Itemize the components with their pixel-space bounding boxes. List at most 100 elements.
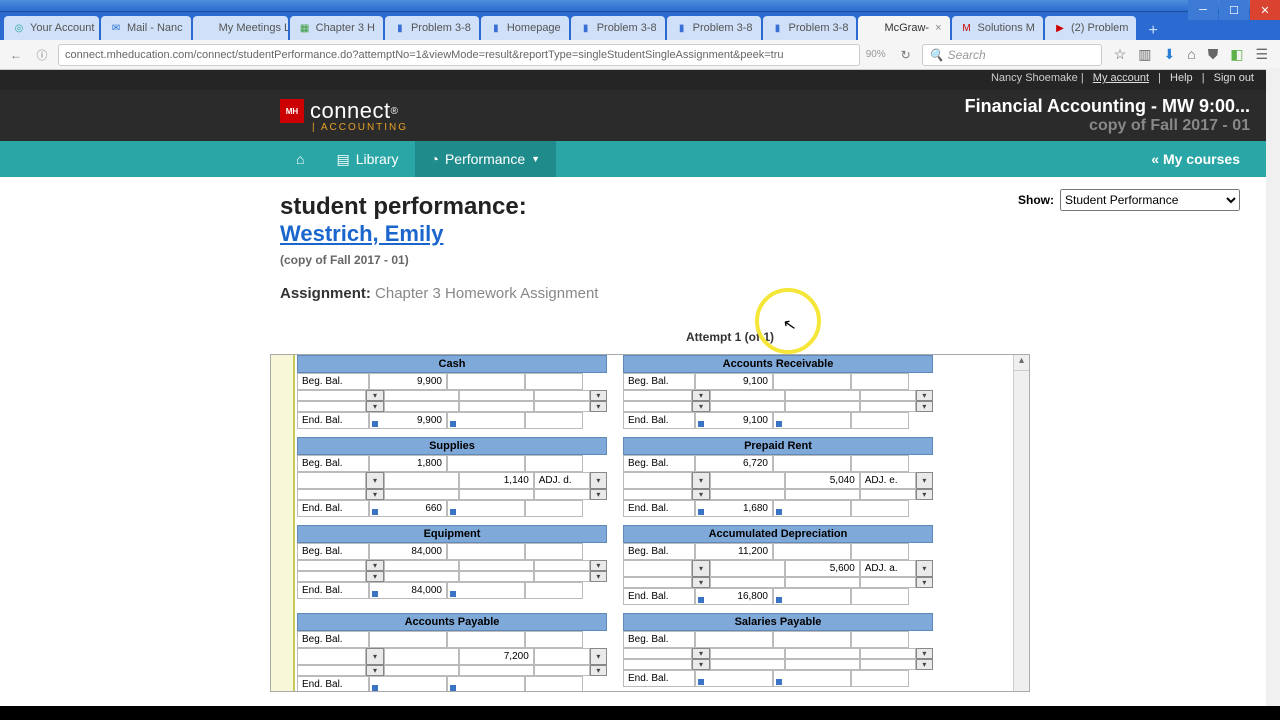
tab-label: Problem 3-8 [411,22,471,34]
browser-tab[interactable]: McGraw-× [858,16,949,40]
dropdown-icon[interactable]: ▾ [590,648,607,665]
dropdown-icon[interactable]: ▾ [916,472,933,489]
account-header: Cash [297,355,607,373]
dropdown-icon[interactable]: ▾ [366,665,383,676]
dropdown-icon[interactable]: ▾ [590,472,607,489]
nav-library[interactable]: ▤ Library [320,141,414,177]
dropdown-icon[interactable]: ▾ [916,577,933,588]
reload-button[interactable]: ↻ [896,48,916,62]
scroll-up-icon[interactable]: ▴ [1014,355,1029,371]
dropdown-icon[interactable]: ▾ [590,401,607,412]
dropdown-icon[interactable]: ▾ [366,648,383,665]
dropdown-icon[interactable]: ▾ [692,472,709,489]
tab-favicon: ▮ [489,21,503,35]
dropdown-icon[interactable]: ▾ [590,665,607,676]
dropdown-icon[interactable]: ▾ [692,401,709,412]
dropdown-icon[interactable]: ▾ [590,489,607,500]
tab-close-icon[interactable]: × [935,22,941,34]
t-account: SuppliesBeg. Bal.1,800▾1,140ADJ. d.▾▾▾En… [297,437,607,517]
video-letterbox [0,706,1280,720]
mcgraw-logo-icon: MH [280,99,304,123]
browser-tab[interactable]: ▮Problem 3-8 [571,16,665,40]
gauge-icon: ◔ [431,151,439,167]
attempt-label: Attempt 1 (of 1) [220,330,1240,344]
dropdown-icon[interactable]: ▾ [692,648,709,659]
show-label: Show: [1018,193,1054,207]
dropdown-icon[interactable]: ▾ [590,571,607,582]
dropdown-icon[interactable]: ▾ [692,577,709,588]
url-field[interactable]: connect.mheducation.com/connect/studentP… [58,44,860,66]
reader-icon[interactable]: ▥ [1138,46,1151,63]
nav-library-label: Library [356,151,399,167]
back-button[interactable]: ← [6,48,26,62]
utility-bar: Nancy Shoemake | My account | Help | Sig… [0,70,1280,90]
new-tab-button[interactable]: + [1138,22,1167,40]
search-icon: 🔍 [929,48,944,62]
browser-tab[interactable]: ▦Chapter 3 H [290,16,383,40]
dropdown-icon[interactable]: ▾ [366,489,383,500]
dropdown-icon[interactable]: ▾ [366,472,383,489]
tab-favicon: ✉ [109,21,123,35]
menu-icon[interactable]: ☰ [1255,46,1268,63]
browser-tab[interactable]: ▮Homepage [481,16,569,40]
tab-label: (2) Problem [1071,22,1128,34]
dropdown-icon[interactable]: ▾ [692,560,709,577]
brand-reg: ® [391,106,398,117]
tab-favicon: ▮ [579,21,593,35]
student-link[interactable]: Westrich, Emily [280,221,443,246]
browser-tab[interactable]: ▶ (2) Problem [1045,16,1136,40]
worksheet-scrollbar[interactable]: ▴ [1013,355,1029,691]
page-scrollbar[interactable] [1266,68,1280,706]
dropdown-icon[interactable]: ▾ [916,401,933,412]
help-link[interactable]: Help [1170,72,1193,84]
dropdown-icon[interactable]: ▾ [916,560,933,577]
dropdown-icon[interactable]: ▾ [590,390,607,401]
dropdown-icon[interactable]: ▾ [692,390,709,401]
nav-performance[interactable]: ◔ Performance ▼ [415,141,557,177]
browser-tab[interactable]: My Meetings List [193,16,288,40]
identity-icon[interactable]: ⓘ [32,47,52,63]
dropdown-icon[interactable]: ▾ [692,659,709,670]
dropdown-icon[interactable]: ▾ [916,390,933,401]
browser-toolbar: ← ⓘ connect.mheducation.com/connect/stud… [0,40,1280,70]
browser-tab[interactable]: ▮Problem 3-8 [763,16,857,40]
dropdown-icon[interactable]: ▾ [916,648,933,659]
url-text: connect.mheducation.com/connect/studentP… [65,49,783,61]
section-copy: (copy of Fall 2017 - 01) [280,253,1240,267]
zoom-level[interactable]: 90% [866,49,886,60]
home-icon: ⌂ [296,151,304,167]
browser-tab[interactable]: ◎Your Account [4,16,99,40]
t-account: Salaries PayableBeg. Bal.▾▾▾▾End. Bal. [623,613,933,692]
tab-favicon: ▶ [1053,21,1067,35]
window-controls: ─ ☐ ✕ [1187,0,1280,24]
dropdown-icon[interactable]: ▾ [692,489,709,500]
signout-link[interactable]: Sign out [1214,72,1254,84]
pocket-icon[interactable]: ⛊ [1208,46,1219,63]
browser-tab[interactable]: ▮Problem 3-8 [667,16,761,40]
downloads-icon[interactable]: ⬇ [1164,46,1176,63]
browser-tab[interactable]: MSolutions M [952,16,1043,40]
ext-icon[interactable]: ◧ [1230,46,1243,63]
dropdown-icon[interactable]: ▾ [366,571,383,582]
home-icon[interactable]: ⌂ [1187,46,1195,63]
search-field[interactable]: 🔍 Search [922,44,1102,66]
dropdown-icon[interactable]: ▾ [590,560,607,571]
nav-home[interactable]: ⌂ [280,141,320,177]
maximize-button[interactable]: ☐ [1219,0,1249,20]
minimize-button[interactable]: ─ [1188,0,1218,20]
my-account-link[interactable]: My account [1093,72,1149,84]
close-window-button[interactable]: ✕ [1250,0,1280,20]
bookmark-icon[interactable]: ☆ [1114,46,1127,63]
dropdown-icon[interactable]: ▾ [916,489,933,500]
tab-favicon: ▦ [298,21,312,35]
show-select[interactable]: Student Performance [1060,189,1240,211]
browser-tab[interactable]: ✉Mail - Nanc [101,16,191,40]
browser-tab[interactable]: ▮Problem 3-8 [385,16,479,40]
dropdown-icon[interactable]: ▾ [366,401,383,412]
brand-logo[interactable]: MH connect ® | ACCOUNTING [280,98,408,133]
dropdown-icon[interactable]: ▾ [366,560,383,571]
nav-mycourses[interactable]: « My courses [1151,151,1240,167]
tab-favicon [866,21,880,35]
dropdown-icon[interactable]: ▾ [366,390,383,401]
dropdown-icon[interactable]: ▾ [916,659,933,670]
